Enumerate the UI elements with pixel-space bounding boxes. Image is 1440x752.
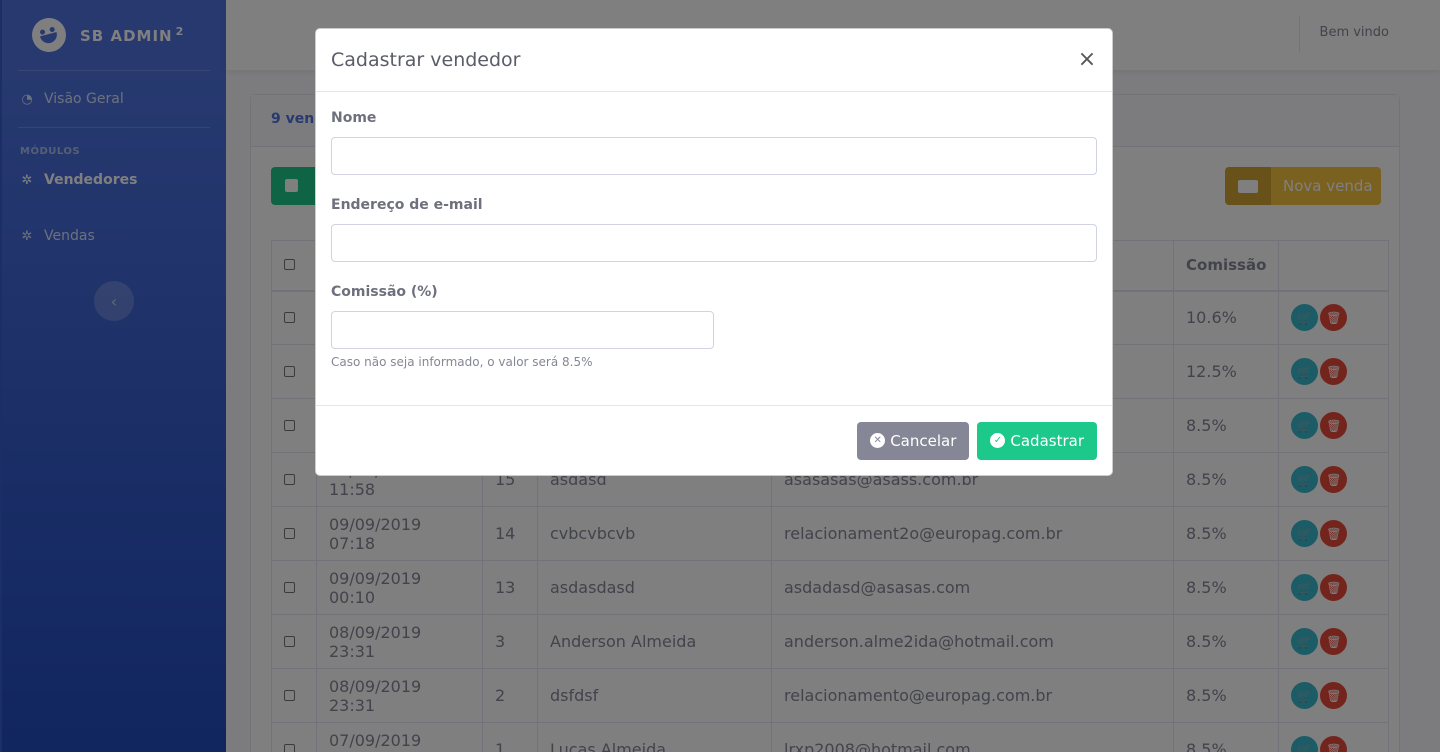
- commission-group: Comissão (%) Caso não seja informado, o …: [331, 284, 1097, 369]
- modal-footer: ✕ Cancelar ✓ Cadastrar: [316, 405, 1112, 475]
- modal-header: Cadastrar vendedor ×: [316, 29, 1112, 92]
- commission-input[interactable]: [331, 311, 714, 349]
- submit-button[interactable]: ✓ Cadastrar: [977, 421, 1097, 460]
- name-input[interactable]: [331, 137, 1097, 175]
- modal-body: Nome Endereço de e-mail Comissão (%) Cas…: [316, 92, 1112, 369]
- cancel-label: Cancelar: [890, 431, 957, 450]
- cancel-button[interactable]: ✕ Cancelar: [857, 421, 970, 460]
- name-group: Nome: [331, 110, 1097, 175]
- modal-title: Cadastrar vendedor: [331, 49, 521, 71]
- check-circle-icon: ✓: [990, 433, 1006, 448]
- commission-label: Comissão (%): [331, 284, 438, 300]
- email-group: Endereço de e-mail: [331, 197, 1097, 262]
- email-label: Endereço de e-mail: [331, 197, 483, 213]
- close-icon[interactable]: ×: [1077, 49, 1097, 71]
- email-input[interactable]: [331, 224, 1097, 262]
- submit-label: Cadastrar: [1010, 431, 1084, 450]
- commission-help-text: Caso não seja informado, o valor será 8.…: [331, 355, 593, 369]
- name-label: Nome: [331, 110, 377, 126]
- times-circle-icon: ✕: [870, 433, 886, 448]
- register-seller-modal: Cadastrar vendedor × Nome Endereço de e-…: [315, 28, 1113, 476]
